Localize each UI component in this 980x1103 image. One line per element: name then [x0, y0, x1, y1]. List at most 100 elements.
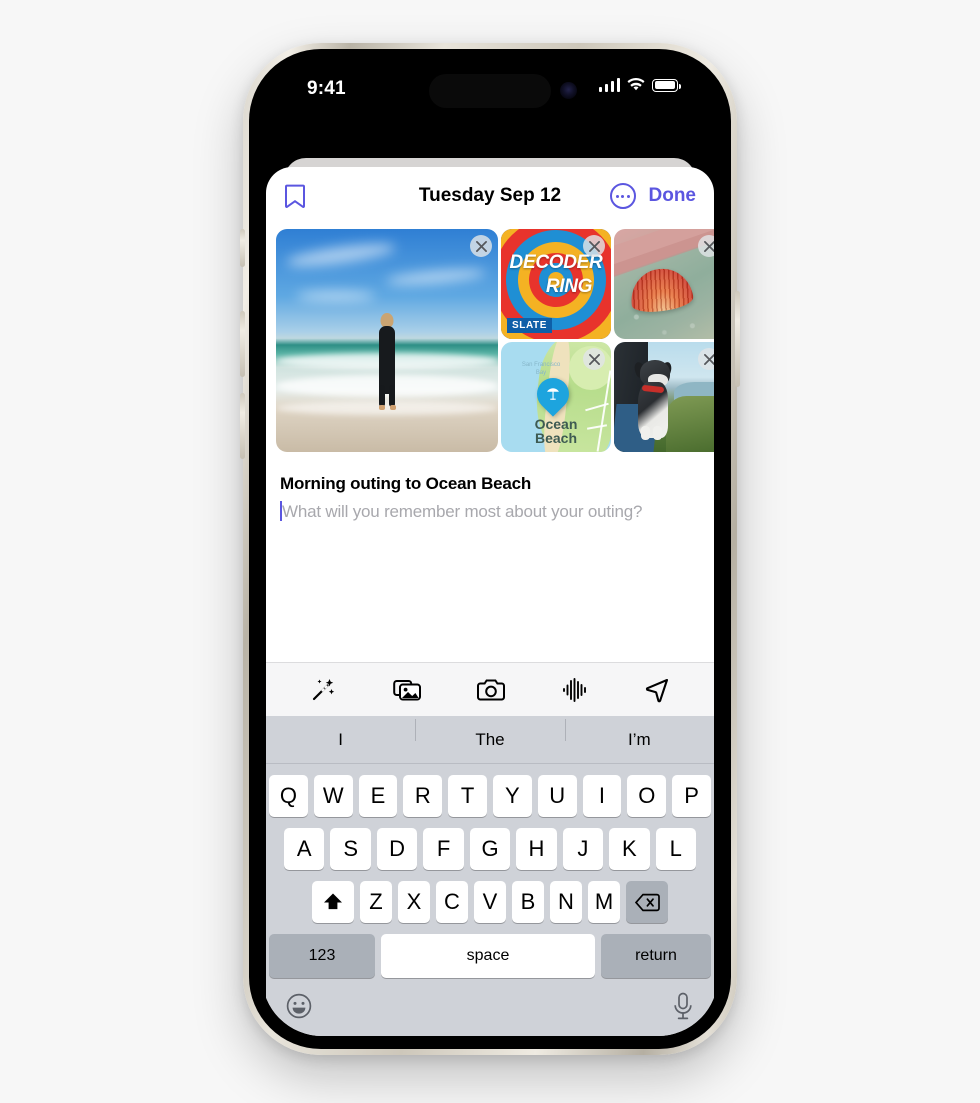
- note-title[interactable]: Morning outing to Ocean Beach: [280, 474, 700, 494]
- close-icon: [703, 353, 714, 365]
- bay-label: San Francisco Bay: [521, 362, 561, 376]
- key-s[interactable]: S: [330, 828, 371, 870]
- close-icon: [703, 240, 714, 252]
- key-j[interactable]: J: [562, 828, 604, 870]
- shift-key[interactable]: [312, 881, 354, 923]
- key-o[interactable]: O: [627, 775, 667, 817]
- delete-backspace-icon: [634, 893, 660, 911]
- volume-down-button[interactable]: [240, 393, 245, 459]
- iphone-device-frame: 9:41 Tuesday Sep 12 Done DECODER RING SL…: [240, 43, 740, 1055]
- surfer-image: [276, 229, 498, 452]
- prediction-1[interactable]: The: [415, 718, 564, 750]
- on-screen-keyboard: I The I’m Q W E R T Y U I O P A S D F G …: [266, 716, 714, 1036]
- attachment-grid: DECODER RING SLATE San Francisco Bay Oce…: [266, 225, 714, 452]
- key-z[interactable]: Z: [360, 881, 392, 923]
- status-bar-indicators: [598, 78, 681, 92]
- key-e[interactable]: E: [358, 775, 398, 817]
- space-key[interactable]: space: [381, 934, 595, 978]
- remove-attachment-button[interactable]: [698, 235, 714, 257]
- note-body[interactable]: What will you remember most about your o…: [280, 500, 700, 523]
- signal-bars-icon: [598, 78, 620, 92]
- key-r[interactable]: R: [403, 775, 443, 817]
- entry-toolbar: [266, 662, 714, 716]
- key-p[interactable]: P: [672, 775, 711, 817]
- key-u[interactable]: U: [537, 775, 577, 817]
- remove-attachment-button[interactable]: [583, 235, 605, 257]
- keyboard-row-3: Z X C V B N M: [266, 881, 714, 923]
- key-w[interactable]: W: [313, 775, 353, 817]
- key-f[interactable]: F: [423, 828, 464, 870]
- audio-waveform-icon[interactable]: [562, 677, 588, 703]
- podcast-title: DECODER RING: [509, 252, 603, 297]
- ocean-beach-map[interactable]: San Francisco Bay Ocean Beach: [501, 342, 611, 452]
- delete-key[interactable]: [626, 881, 668, 923]
- key-n[interactable]: N: [550, 881, 582, 923]
- key-i[interactable]: I: [582, 775, 622, 817]
- note-placeholder: What will you remember most about your o…: [282, 502, 643, 521]
- key-k[interactable]: K: [609, 828, 650, 870]
- key-d[interactable]: D: [376, 828, 418, 870]
- close-icon: [588, 353, 600, 365]
- note-content-area[interactable]: Morning outing to Ocean Beach What will …: [266, 452, 714, 662]
- shift-arrow-icon: [324, 893, 342, 910]
- key-c[interactable]: C: [436, 881, 468, 923]
- keyboard-bottom-bar: [266, 980, 714, 1032]
- done-button[interactable]: Done: [649, 185, 697, 207]
- front-camera-dot: [560, 82, 577, 99]
- keyboard-row-4: 123 space return: [266, 934, 714, 978]
- more-ellipsis-icon[interactable]: [609, 183, 636, 209]
- status-bar-time: 9:41: [307, 78, 346, 99]
- key-x[interactable]: X: [398, 881, 430, 923]
- return-key[interactable]: return: [601, 934, 711, 978]
- key-g[interactable]: G: [469, 828, 511, 870]
- camera-icon[interactable]: [477, 677, 506, 702]
- wifi-icon: [627, 78, 645, 91]
- screenshot-stage: 9:41 Tuesday Sep 12 Done DECODER RING SL…: [0, 0, 980, 1103]
- close-icon: [475, 240, 487, 252]
- device-screen: 9:41 Tuesday Sep 12 Done DECODER RING SL…: [262, 62, 718, 1036]
- dog-car-window-photo[interactable]: [614, 342, 714, 452]
- predictive-text-bar: I The I’m: [266, 716, 714, 764]
- status-bar: 9:41: [262, 62, 718, 120]
- dynamic-island: [429, 74, 551, 108]
- bookmark-icon[interactable]: [284, 183, 306, 209]
- journal-entry-sheet: Tuesday Sep 12 Done DECODER RING SLATE S…: [266, 167, 714, 1036]
- action-button[interactable]: [240, 229, 245, 267]
- microphone-icon[interactable]: [672, 992, 694, 1020]
- seashell-photo[interactable]: [614, 229, 714, 339]
- power-button[interactable]: [735, 291, 740, 387]
- map-place-label: Ocean Beach: [534, 415, 578, 447]
- decoder-ring-podcast-artwork[interactable]: DECODER RING SLATE: [501, 229, 611, 339]
- key-v[interactable]: V: [474, 881, 506, 923]
- key-l[interactable]: L: [655, 828, 696, 870]
- photo-library-icon[interactable]: [392, 676, 422, 703]
- key-y[interactable]: Y: [493, 775, 532, 817]
- magic-wand-icon[interactable]: [310, 676, 337, 703]
- device-bezel: 9:41 Tuesday Sep 12 Done DECODER RING SL…: [249, 49, 731, 1049]
- key-q[interactable]: Q: [269, 775, 308, 817]
- battery-icon: [652, 78, 681, 92]
- text-cursor: [280, 501, 282, 521]
- location-arrow-icon[interactable]: [644, 677, 670, 703]
- prediction-2[interactable]: I’m: [564, 718, 714, 750]
- nav-actions: Done: [609, 183, 697, 209]
- remove-attachment-button[interactable]: [698, 348, 714, 370]
- volume-up-button[interactable]: [240, 311, 245, 377]
- beach-surfer-photo[interactable]: [276, 229, 498, 452]
- key-b[interactable]: B: [512, 881, 544, 923]
- key-h[interactable]: H: [516, 828, 557, 870]
- numbers-key[interactable]: 123: [269, 934, 375, 978]
- key-m[interactable]: M: [588, 881, 620, 923]
- navigation-bar: Tuesday Sep 12 Done: [266, 167, 714, 225]
- keyboard-row-2: A S D F G H J K L: [266, 828, 714, 870]
- remove-attachment-button[interactable]: [583, 348, 605, 370]
- beach-umbrella-icon: [547, 388, 559, 400]
- close-icon: [588, 240, 600, 252]
- prediction-0[interactable]: I: [266, 730, 415, 750]
- emoji-smiley-icon[interactable]: [286, 993, 312, 1019]
- key-t[interactable]: T: [448, 775, 487, 817]
- remove-attachment-button[interactable]: [470, 235, 492, 257]
- key-a[interactable]: A: [284, 828, 325, 870]
- slate-logo: SLATE: [507, 318, 553, 333]
- keyboard-row-1: Q W E R T Y U I O P: [266, 775, 714, 817]
